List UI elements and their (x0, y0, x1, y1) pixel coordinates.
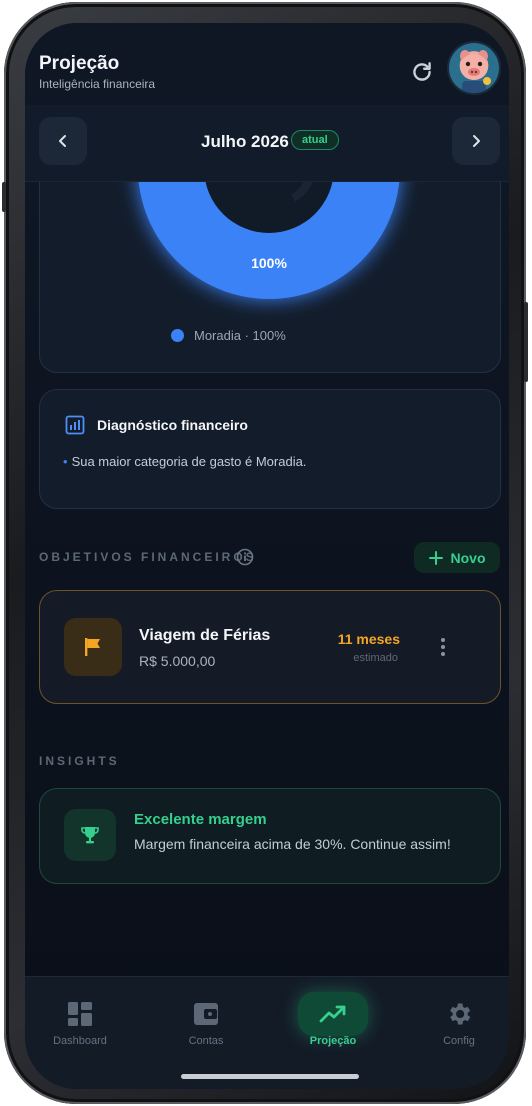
phone-frame: 100% Moradia · 100% Projeção Inteligênci… (2, 2, 528, 1104)
pie-data-label: 100% (251, 255, 287, 271)
tab-label: Projeção (309, 1035, 357, 1047)
tab-label: Dashboard (53, 1035, 107, 1047)
diagnostic-title: Diagnóstico financeiro (97, 417, 248, 433)
legend-swatch (171, 329, 184, 342)
chart-legend: Moradia · 100% (171, 328, 286, 343)
prev-month-button[interactable] (39, 117, 87, 165)
avatar[interactable] (449, 43, 499, 93)
diagnostic-item: • Sua maior categoria de gasto é Moradia… (63, 454, 306, 469)
bar-chart-icon (65, 415, 85, 435)
trophy-box (64, 809, 116, 861)
side-button (2, 182, 6, 212)
goal-card[interactable]: Viagem de Férias R$ 5.000,00 11 meses es… (39, 590, 501, 704)
goal-amount: R$ 5.000,00 (139, 653, 216, 669)
bullet-dot: • (63, 454, 68, 469)
current-badge: atual (291, 130, 339, 150)
tab-bar: Dashboard Contas Projeção Config (25, 976, 509, 1089)
goal-name: Viagem de Férias (139, 627, 271, 644)
pig-avatar-icon (460, 50, 491, 93)
insight-title: Excelente margem (134, 811, 267, 828)
chevron-right-icon (473, 135, 480, 147)
more-vertical-icon[interactable] (438, 637, 448, 657)
flag-icon (85, 638, 100, 656)
wallet-icon (194, 1003, 218, 1025)
goal-time-sub: estimado (353, 652, 398, 664)
new-goal-button[interactable]: Novo (414, 542, 500, 573)
goals-section-label: OBJETIVOS FINANCEIROS (39, 550, 257, 564)
refresh-icon[interactable] (409, 59, 435, 85)
trending-up-icon (319, 1005, 346, 1023)
tab-config[interactable]: Config (404, 977, 509, 1047)
new-goal-label: Novo (450, 549, 486, 566)
insight-card: Excelente margem Margem financeira acima… (39, 788, 501, 884)
tab-dashboard[interactable]: Dashboard (25, 977, 135, 1047)
gear-icon (450, 1003, 471, 1025)
plus-icon (428, 550, 443, 565)
tab-label: Contas (188, 1035, 224, 1047)
tab-contas[interactable]: Contas (151, 977, 261, 1047)
info-icon[interactable] (236, 548, 254, 566)
page-title: Projeção (39, 53, 120, 74)
goal-time: 11 meses (337, 631, 400, 647)
tab-projecao[interactable]: Projeção (278, 977, 388, 1047)
legend-entry: Moradia · 100% (194, 328, 286, 343)
insights-section-label: INSIGHTS (39, 754, 120, 768)
dashboard-icon (68, 1002, 92, 1026)
month-label: Julho 2026 (201, 132, 289, 151)
app-screen: 100% Moradia · 100% Projeção Inteligênci… (25, 23, 509, 1089)
power-button (524, 302, 528, 382)
trophy-icon (81, 827, 99, 844)
diagnostic-text: Sua maior categoria de gasto é Moradia. (71, 454, 307, 469)
chevron-left-icon (59, 135, 66, 147)
insight-text: Margem financeira acima de 30%. Continue… (134, 836, 451, 852)
home-indicator[interactable] (181, 1074, 359, 1079)
page-subtitle: Inteligência financeira (39, 77, 156, 91)
diagnostic-card: Diagnóstico financeiro • Sua maior categ… (39, 389, 501, 509)
goal-icon-box (64, 618, 122, 676)
next-month-button[interactable] (452, 117, 500, 165)
tab-label: Config (443, 1035, 475, 1047)
